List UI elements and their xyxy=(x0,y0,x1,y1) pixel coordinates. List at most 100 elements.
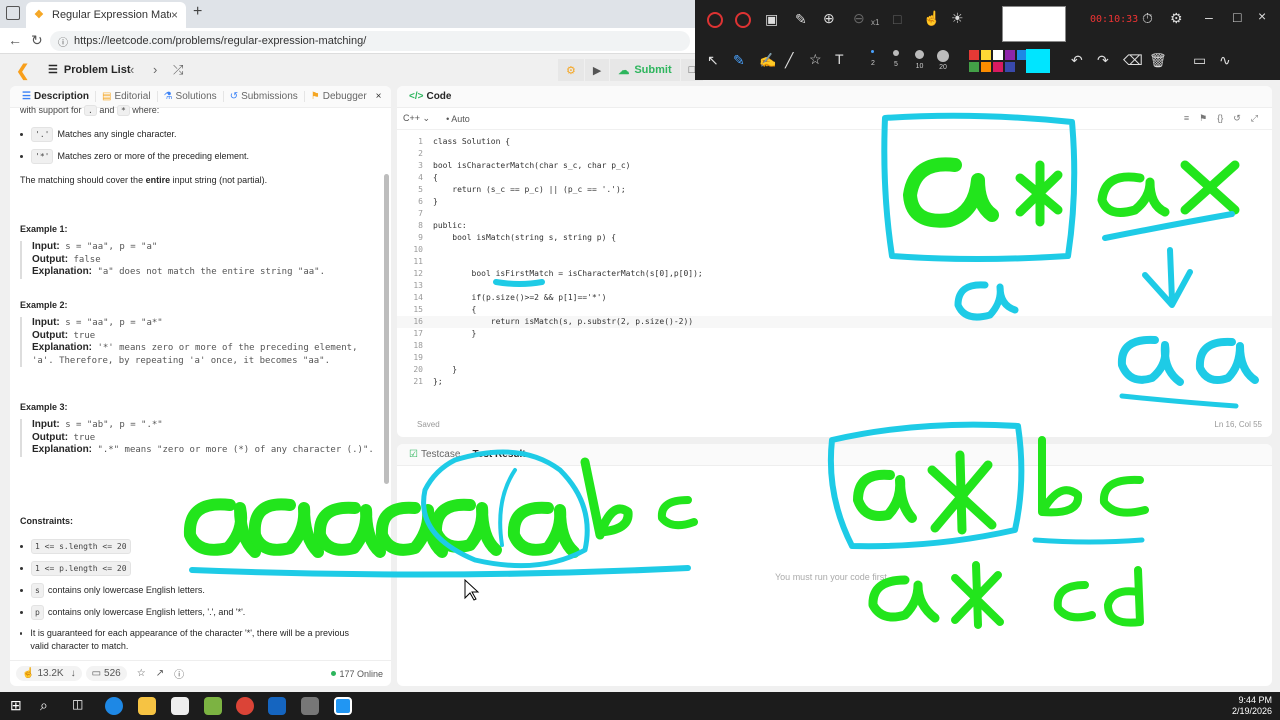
tab-editorial[interactable]: ▤ Editorial xyxy=(96,91,158,102)
language-select[interactable]: C++ ⌄ xyxy=(403,113,430,124)
tab-actions-icon[interactable] xyxy=(6,6,20,20)
color-swatch[interactable] xyxy=(969,62,979,72)
file-explorer-icon[interactable] xyxy=(138,697,156,715)
debug-button[interactable]: ⚙ xyxy=(558,59,584,81)
color-swatch[interactable] xyxy=(1005,50,1015,60)
tab-testcase[interactable]: ☑ Testcase xyxy=(403,449,466,460)
undo-icon[interactable]: ↶ xyxy=(1071,52,1083,69)
brush-size-option[interactable]: 2 xyxy=(871,50,875,67)
next-problem-icon[interactable]: › xyxy=(153,62,157,77)
task-view-icon[interactable]: ◫ xyxy=(72,697,90,715)
spotlight-icon[interactable]: ☀ xyxy=(951,10,964,27)
windows-start-icon[interactable]: ⊞ xyxy=(10,697,28,715)
camera-icon[interactable]: ▣ xyxy=(765,11,778,28)
close-tab-icon[interactable]: × xyxy=(171,8,178,22)
highlighter-icon[interactable]: ✍ xyxy=(759,52,776,69)
code-line[interactable]: 21}; xyxy=(397,376,1272,388)
leetcode-logo-icon[interactable]: ❮ xyxy=(16,61,32,80)
app-icon[interactable] xyxy=(301,697,319,715)
color-swatch[interactable] xyxy=(993,62,1003,72)
shape-star-icon[interactable]: ☆ xyxy=(809,51,822,68)
code-line[interactable]: 1 class Solution { xyxy=(397,136,1272,148)
signature-icon[interactable]: ∿ xyxy=(1219,52,1231,69)
brush-size-option[interactable]: 10 xyxy=(915,50,924,70)
code-line[interactable]: 14 if(p.size()>=2 && p[1]=='*') xyxy=(397,292,1272,304)
prev-problem-icon[interactable]: ‹ xyxy=(130,62,134,77)
code-line[interactable]: 10 xyxy=(397,244,1272,256)
color-swatch[interactable] xyxy=(981,62,991,72)
settings-icon[interactable]: ⚙ xyxy=(1170,10,1183,27)
code-line[interactable]: 18 xyxy=(397,340,1272,352)
code-editor[interactable]: 1 class Solution {2 3 bool isCharacterMatch… xyxy=(397,136,1272,388)
code-line[interactable]: 19 xyxy=(397,352,1272,364)
thumbs-down-icon[interactable]: ↓ xyxy=(71,668,76,679)
search-icon[interactable]: ⌕ xyxy=(40,697,58,715)
code-line[interactable]: 13 xyxy=(397,280,1272,292)
code-line[interactable]: 2 xyxy=(397,148,1272,160)
close-icon[interactable]: × xyxy=(1258,8,1266,24)
code-line[interactable]: 15 { xyxy=(397,304,1272,316)
code-line[interactable]: 3 bool isCharacterMatch(char s_c, char p_… xyxy=(397,160,1272,172)
pointer-icon[interactable]: ☝ xyxy=(923,10,940,27)
new-tab-icon[interactable]: + xyxy=(193,3,202,21)
url-field[interactable]: ⓘ https://leetcode.com/problems/regular-… xyxy=(50,31,690,51)
fullscreen-icon[interactable]: ⤢ xyxy=(1251,113,1258,124)
color-swatch[interactable] xyxy=(993,50,1003,60)
code-line[interactable]: 9 bool isMatch(string s, string p) { xyxy=(397,232,1272,244)
shuffle-icon[interactable]: ⤮ xyxy=(173,62,183,78)
recorder-icon[interactable] xyxy=(334,697,352,715)
tab-code[interactable]: </> Code xyxy=(403,91,457,102)
code-line[interactable]: 5 return (s_c == p_c) || (p_c == '.'); xyxy=(397,184,1272,196)
autocomplete-mode[interactable]: • Auto xyxy=(446,114,470,124)
pen-tool-icon[interactable]: ✎ xyxy=(733,52,745,69)
code-line[interactable]: 11 xyxy=(397,256,1272,268)
code-line[interactable]: 16 return isMatch(s, p.substr(2, p.size(… xyxy=(397,316,1272,328)
color-swatch[interactable] xyxy=(1026,49,1050,73)
outlook-icon[interactable] xyxy=(268,697,286,715)
eraser-icon[interactable]: ⌫ xyxy=(1123,52,1143,69)
code-line[interactable]: 12 bool isFirstMatch = isCharacterMatch(… xyxy=(397,268,1272,280)
share-icon[interactable]: ↗ xyxy=(156,668,164,679)
code-line[interactable]: 8 public: xyxy=(397,220,1272,232)
reset-icon[interactable]: ↺ xyxy=(1233,113,1241,124)
brush-size-option[interactable]: 5 xyxy=(893,50,899,68)
color-swatch[interactable] xyxy=(1005,62,1015,72)
code-line[interactable]: 4{ xyxy=(397,172,1272,184)
select-arrow-icon[interactable]: ↖ xyxy=(707,52,719,69)
description-scrollbar[interactable] xyxy=(384,174,389,484)
pen-icon[interactable]: ✎ xyxy=(795,11,807,28)
system-clock[interactable]: 9:44 PM 2/19/2026 xyxy=(1232,695,1272,717)
run-button[interactable]: ▶ xyxy=(584,59,610,81)
edge-browser-icon[interactable] xyxy=(105,697,123,715)
text-tool-icon[interactable]: T xyxy=(835,51,844,67)
bookmark-icon[interactable]: ⚑ xyxy=(1199,113,1207,124)
problem-list-button[interactable]: ☰ Problem List xyxy=(48,63,131,77)
tab-test-result[interactable]: Test Result xyxy=(466,449,531,460)
pip-icon[interactable]: □ xyxy=(893,11,901,27)
back-icon[interactable]: ← xyxy=(8,32,22,48)
browser-tab[interactable]: ❖ Regular Expression Matching - Lee × xyxy=(26,2,186,28)
trash-icon[interactable]: 🗑 xyxy=(1149,52,1167,69)
submit-button[interactable]: ☁ Submit xyxy=(610,59,680,81)
minimize-icon[interactable]: – xyxy=(1205,9,1213,25)
tab-description[interactable]: ☰ Description xyxy=(16,91,96,102)
code-line[interactable]: 7 xyxy=(397,208,1272,220)
chrome-icon[interactable] xyxy=(236,697,254,715)
store-icon[interactable] xyxy=(171,697,189,715)
preview-thumbnail[interactable] xyxy=(1002,6,1066,42)
format-icon[interactable]: ≡ xyxy=(1184,113,1189,124)
site-info-icon[interactable]: ⓘ xyxy=(58,34,68,49)
comments-button[interactable]: ▭ 526 xyxy=(85,666,127,681)
pause-record-icon[interactable] xyxy=(735,12,751,28)
stop-record-icon[interactable] xyxy=(707,12,723,28)
like-button[interactable]: ☝ 13.2K ↓ xyxy=(16,666,82,681)
close-tab-icon[interactable]: × xyxy=(376,91,382,102)
brush-size-option[interactable]: 20 xyxy=(937,50,949,71)
maximize-icon[interactable]: □ xyxy=(1233,9,1241,25)
zoom-in-icon[interactable]: ⊕ xyxy=(823,10,835,27)
redo-icon[interactable]: ↷ xyxy=(1097,52,1109,69)
line-icon[interactable]: ╱ xyxy=(785,52,793,69)
tab-solutions[interactable]: ⚗ Solutions xyxy=(158,91,224,102)
code-line[interactable]: 20 } xyxy=(397,364,1272,376)
help-icon[interactable]: ⓘ xyxy=(174,666,184,681)
